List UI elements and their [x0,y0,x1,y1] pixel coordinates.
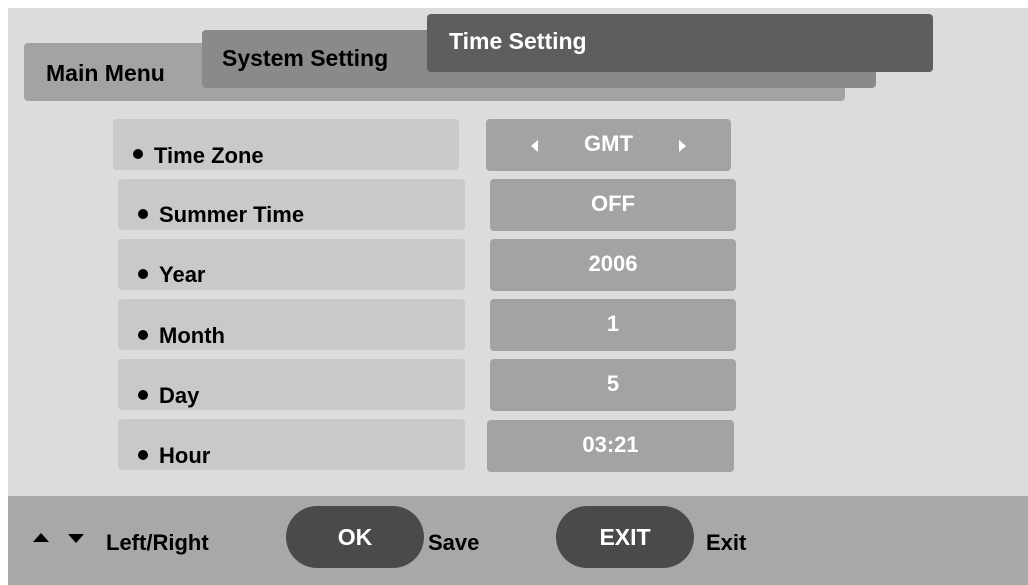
bullet-icon [138,269,148,279]
setting-label-text: Time Zone [154,143,264,168]
setting-value-hour[interactable]: 03:21 [487,420,734,472]
exit-button-label: EXIT [599,524,651,550]
setting-label-summer-time[interactable]: Summer Time [118,179,465,230]
setting-label-text: Day [159,383,200,408]
setting-label-day[interactable]: Day [118,359,465,410]
nav-hint-label: Left/Right [106,530,209,555]
setting-value-text: 1 [606,311,620,336]
setting-label-text: Hour [159,443,211,468]
tab-time-setting[interactable]: Time Setting [427,14,933,72]
ok-action-label: Save [428,530,480,555]
exit-button[interactable]: EXIT [556,506,694,568]
ok-button[interactable]: OK [286,506,424,568]
tab-system-setting-label: System Setting [222,45,389,71]
arrow-down-icon [68,534,84,543]
footer-bar: Left/Right OK Save EXIT Exit [8,496,1028,585]
setting-value-text: 2006 [588,251,638,276]
setting-value-text: 5 [606,371,620,396]
bullet-icon [138,390,148,400]
arrow-up-icon [33,533,49,542]
setting-label-text: Summer Time [159,202,305,227]
bullet-icon [138,450,148,460]
setting-value-day[interactable]: 5 [490,359,736,411]
setting-label-month[interactable]: Month [118,299,465,350]
setting-label-time-zone[interactable]: Time Zone [113,119,459,170]
ok-button-label: OK [337,524,373,550]
setting-value-summer-time[interactable]: OFF [490,179,736,231]
setting-label-hour[interactable]: Hour [118,419,465,470]
arrow-right-icon[interactable] [679,140,686,152]
setting-value-text: GMT [584,131,633,156]
bullet-icon [138,209,148,219]
setting-label-text: Year [159,262,206,287]
setting-value-year[interactable]: 2006 [490,239,736,291]
setting-label-year[interactable]: Year [118,239,465,290]
bullet-icon [133,149,143,159]
exit-action-label: Exit [706,530,747,555]
setting-value-text: OFF [591,191,635,216]
setting-value-text: 03:21 [582,432,639,457]
setting-value-month[interactable]: 1 [490,299,736,351]
setting-value-time-zone[interactable]: GMT [486,119,731,171]
setting-label-text: Month [159,323,225,348]
tab-time-setting-label: Time Setting [449,28,587,54]
tab-main-menu-label: Main Menu [46,60,165,86]
bullet-icon [138,330,148,340]
